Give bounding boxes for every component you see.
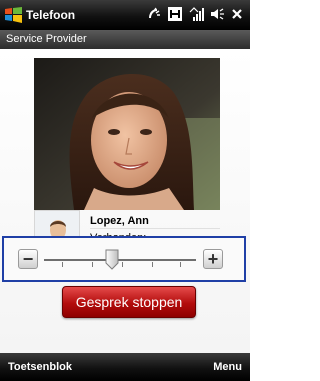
windows-flag-icon[interactable] xyxy=(4,6,23,24)
volume-tick xyxy=(122,262,123,267)
volume-down-button[interactable]: − xyxy=(18,249,38,269)
volume-slider-thumb[interactable] xyxy=(105,249,119,270)
provider-name: Service Provider xyxy=(6,33,87,45)
phone-signal-icon[interactable] xyxy=(146,6,162,22)
close-icon[interactable] xyxy=(230,7,244,21)
title-bar: Telefoon xyxy=(0,0,250,30)
provider-bar: Service Provider xyxy=(0,30,250,49)
h-network-icon[interactable] xyxy=(167,6,183,22)
caller-photo xyxy=(34,58,220,210)
softkey-bar: Toetsenblok Menu xyxy=(0,353,250,381)
speaker-icon[interactable] xyxy=(209,6,225,22)
caller-divider xyxy=(90,228,220,229)
status-icons xyxy=(146,6,244,22)
volume-tick xyxy=(152,262,153,267)
keypad-softkey[interactable]: Toetsenblok xyxy=(8,361,72,373)
end-call-button[interactable]: Gesprek stoppen xyxy=(62,286,196,318)
caller-photo-image xyxy=(34,58,220,210)
volume-tick xyxy=(180,262,181,267)
volume-up-button[interactable]: + xyxy=(203,249,223,269)
volume-control: − + xyxy=(2,236,246,282)
volume-slider-track[interactable] xyxy=(44,259,196,261)
volume-tick xyxy=(62,262,63,267)
window-title: Telefoon xyxy=(26,8,76,22)
signal-strength-icon[interactable] xyxy=(188,6,204,22)
menu-softkey[interactable]: Menu xyxy=(213,361,242,373)
volume-tick xyxy=(92,262,93,267)
call-screen: Lopez, Ann Verbonden: − + Gesprek stoppe… xyxy=(0,49,250,353)
caller-name: Lopez, Ann xyxy=(90,215,149,227)
